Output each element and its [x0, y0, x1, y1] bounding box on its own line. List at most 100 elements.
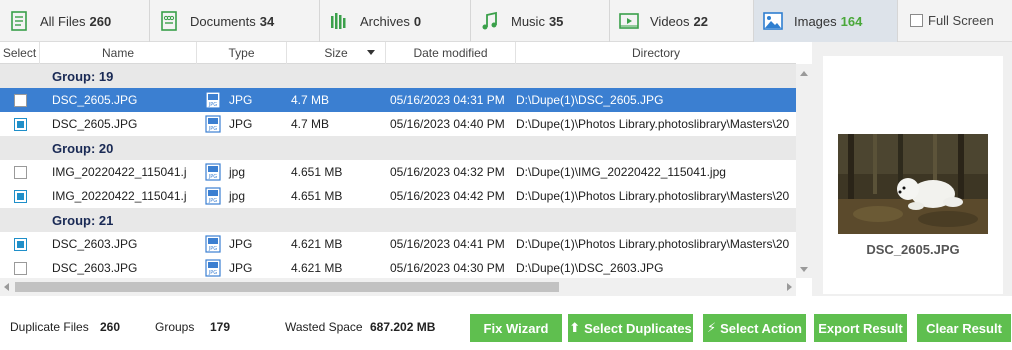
tab-documents[interactable]: Documents 34	[150, 0, 320, 42]
group-label: Group: 21	[52, 212, 114, 228]
fullscreen-toggle[interactable]: Full Screen	[898, 0, 994, 41]
select-cell	[0, 232, 40, 256]
column-select[interactable]: Select	[0, 42, 40, 64]
svg-text:JPG: JPG	[208, 246, 217, 252]
fullscreen-label: Full Screen	[928, 13, 994, 28]
date-modified-cell: 05/16/2023 04:41 PM	[390, 237, 505, 251]
file-type-label: JPG	[229, 261, 253, 275]
scroll-up-icon[interactable]	[800, 71, 808, 76]
file-type-label: jpg	[229, 189, 246, 203]
tab-count: 260	[89, 13, 112, 29]
tab-count: 22	[693, 13, 708, 29]
sort-desc-icon	[367, 50, 375, 55]
directory-cell: D:\Dupe(1)\IMG_20220422_115041.jpg	[516, 165, 726, 179]
column-size-label: Size	[324, 46, 348, 60]
select-action-button[interactable]: ⚡ Select Action	[703, 314, 806, 342]
select-cell	[0, 88, 40, 112]
table-row[interactable]: DSC_2603.JPG JPG JPG 4.621 MB 05/16/2023 04:…	[0, 256, 796, 280]
select-action-label: Select Action	[720, 320, 802, 336]
table-row[interactable]: IMG_20220422_115041.j JPG jpg 4.651 MB 05/16…	[0, 184, 796, 208]
groups-value: 179	[210, 320, 231, 334]
images-icon	[763, 12, 783, 30]
select-cell	[0, 160, 40, 184]
column-date[interactable]: Date modified	[386, 42, 516, 64]
tab-all-files[interactable]: All Files 260	[0, 0, 150, 42]
groups-label: Groups	[155, 320, 195, 334]
column-name[interactable]: Name	[40, 42, 197, 64]
column-directory[interactable]: Directory	[516, 42, 796, 64]
date-modified-cell: 05/16/2023 04:32 PM	[390, 165, 505, 179]
table-row[interactable]: DSC_2603.JPG JPG JPG 4.621 MB 05/16/2023 04:…	[0, 232, 796, 256]
export-result-button[interactable]: Export Result	[814, 314, 907, 342]
videos-icon	[619, 13, 639, 29]
tab-count: 0	[413, 13, 422, 29]
scrollbar-thumb[interactable]	[15, 282, 559, 292]
scroll-down-icon[interactable]	[800, 267, 808, 272]
file-type-label: JPG	[229, 237, 253, 251]
dog-photo-icon	[838, 134, 988, 234]
select-cell	[0, 256, 40, 280]
file-type-cell: JPG JPG	[197, 112, 287, 136]
svg-text:JPG: JPG	[208, 198, 217, 204]
date-modified-cell: 05/16/2023 04:42 PM	[390, 189, 505, 203]
all-files-icon	[11, 11, 27, 31]
file-type-label: JPG	[229, 117, 253, 131]
clear-result-label: Clear Result	[926, 320, 1002, 336]
svg-text:JPG: JPG	[208, 270, 217, 276]
tab-music[interactable]: Music 35	[471, 0, 610, 42]
select-cell	[0, 184, 40, 208]
file-type-cell: JPG JPG	[197, 88, 287, 112]
music-icon	[482, 11, 497, 30]
documents-icon	[161, 11, 177, 31]
file-name-cell: IMG_20220422_115041.j	[52, 189, 187, 203]
file-type-cell: JPG jpg	[197, 160, 287, 184]
column-type[interactable]: Type	[197, 42, 287, 64]
status-bar: Duplicate Files 260 Groups 179 Wasted Sp…	[0, 296, 1012, 350]
directory-cell: D:\Dupe(1)\Photos Library.photoslibrary\…	[516, 117, 790, 131]
jpg-file-icon: JPG	[205, 115, 221, 133]
select-duplicates-button[interactable]: ⬆ Select Duplicates	[568, 314, 693, 342]
vertical-scrollbar[interactable]	[796, 64, 812, 278]
duplicate-files-label: Duplicate Files	[10, 320, 89, 334]
file-size-cell: 4.651 MB	[291, 165, 343, 179]
preview-card: DSC_2605.JPG	[823, 56, 1003, 294]
category-tabs: All Files 260 Documents 34 Archives 0 Mu…	[0, 0, 1012, 42]
clear-result-button[interactable]: Clear Result	[917, 314, 1011, 342]
group-label: Group: 20	[52, 140, 114, 156]
table-row[interactable]: DSC_2605.JPG JPG JPG 4.7 MB 05/16/2023 04:31…	[0, 88, 796, 112]
tab-label: Images	[794, 13, 837, 29]
row-checkbox[interactable]	[13, 165, 27, 179]
tab-archives[interactable]: Archives 0	[320, 0, 471, 42]
row-checkbox[interactable]	[13, 189, 27, 203]
file-name-cell: DSC_2605.JPG	[52, 117, 138, 131]
svg-text:JPG: JPG	[208, 126, 217, 132]
fix-wizard-label: Fix Wizard	[483, 320, 549, 336]
table-row[interactable]: DSC_2605.JPG JPG JPG 4.7 MB 05/16/2023 04:40…	[0, 112, 796, 136]
wasted-space-value: 687.202 MB	[370, 320, 436, 334]
group-header-row: Group: 21	[0, 208, 796, 232]
table-row[interactable]: IMG_20220422_115041.j JPG jpg 4.651 MB 05/16…	[0, 160, 796, 184]
fix-wizard-button[interactable]: Fix Wizard	[470, 314, 562, 342]
file-name-cell: IMG_20220422_115041.j	[52, 165, 187, 179]
directory-cell: D:\Dupe(1)\Photos Library.photoslibrary\…	[516, 237, 790, 251]
scroll-right-icon[interactable]	[787, 283, 792, 291]
archives-icon	[331, 13, 346, 29]
row-checkbox[interactable]	[13, 93, 27, 107]
row-checkbox[interactable]	[13, 237, 27, 251]
row-checkbox[interactable]	[13, 261, 27, 275]
file-type-label: jpg	[229, 165, 246, 179]
fullscreen-checkbox[interactable]	[910, 14, 923, 27]
duplicate-files-table: Select Name Type Size Date modified Dire…	[0, 42, 796, 296]
row-checkbox[interactable]	[13, 117, 27, 131]
horizontal-scrollbar[interactable]	[0, 278, 796, 296]
scroll-left-icon[interactable]	[4, 283, 9, 291]
table-body: Group: 19 DSC_2605.JPG JPG JPG 4.7 MB 05/16/2…	[0, 64, 796, 280]
table-header: Select Name Type Size Date modified Dire…	[0, 42, 796, 64]
file-type-cell: JPG JPG	[197, 232, 287, 256]
tab-videos[interactable]: Videos 22	[610, 0, 754, 42]
file-name-cell: DSC_2605.JPG	[52, 93, 138, 107]
arrow-up-icon: ⬆	[569, 320, 581, 335]
tab-label: Videos	[650, 13, 690, 29]
column-size[interactable]: Size	[287, 42, 386, 64]
tab-images[interactable]: Images 164	[754, 0, 898, 42]
